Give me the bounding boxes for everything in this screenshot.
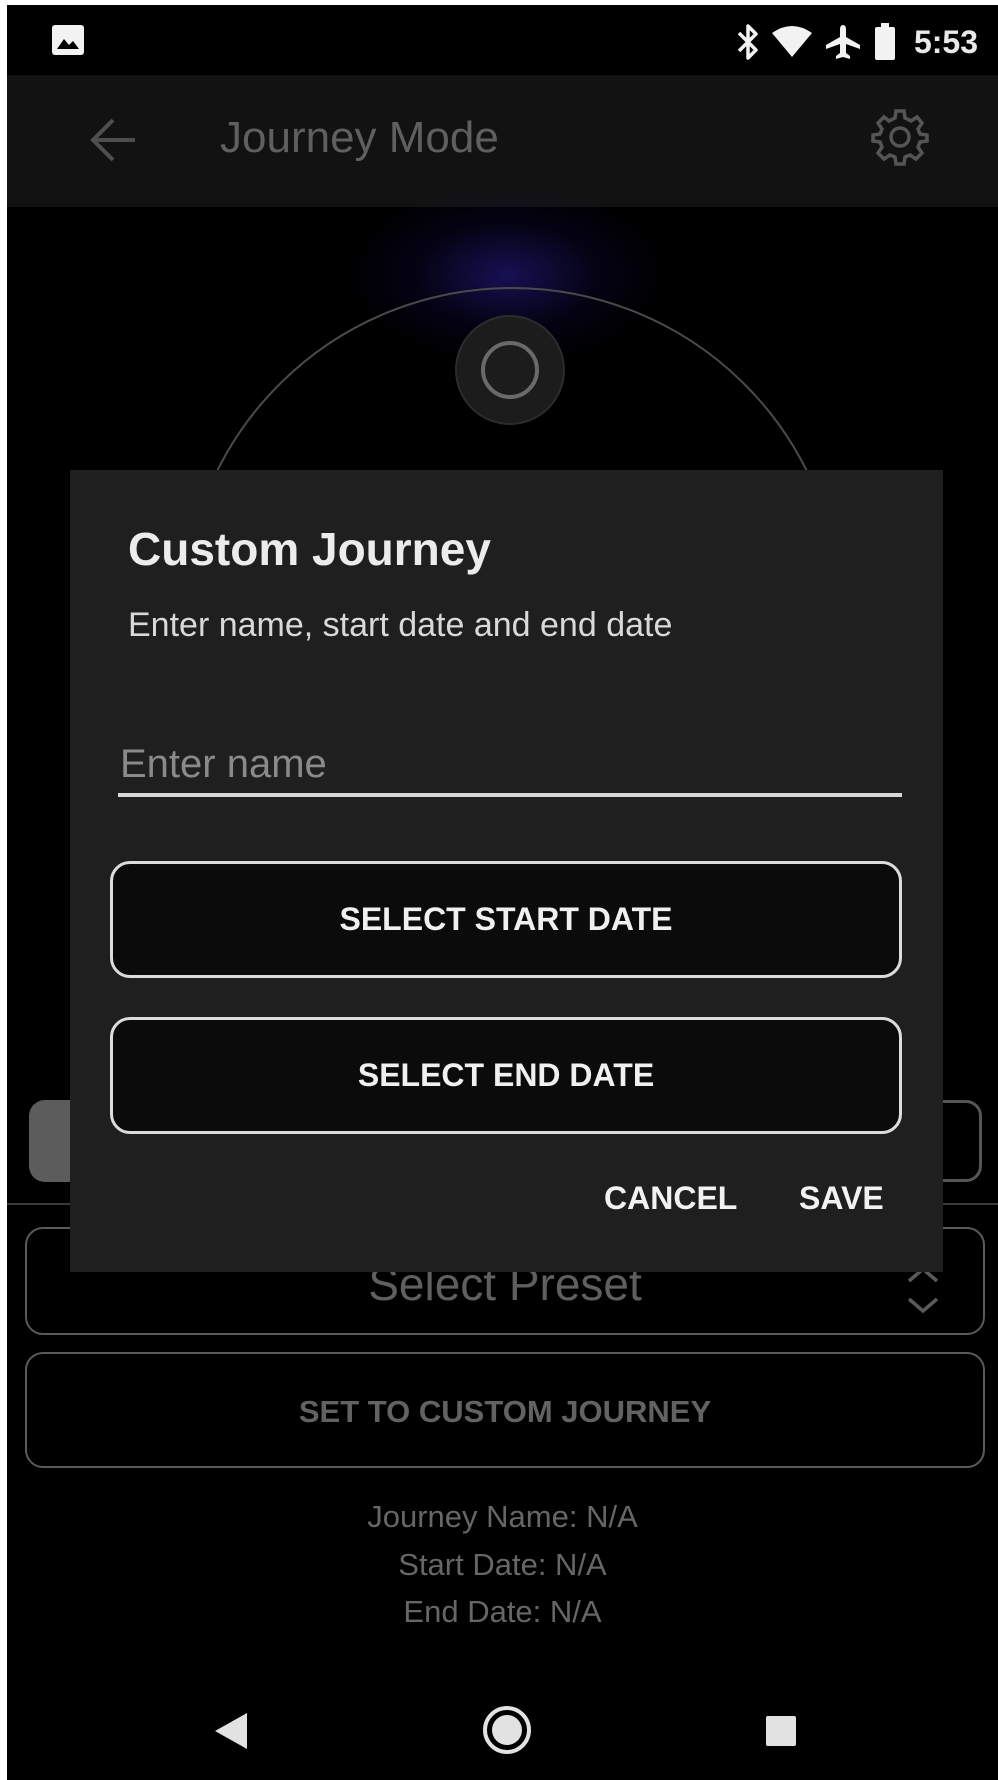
journey-name-input[interactable] — [118, 735, 902, 797]
back-arrow-icon[interactable] — [89, 117, 139, 163]
airplane-icon — [825, 25, 860, 59]
wifi-icon — [771, 26, 812, 57]
gallery-icon — [52, 25, 84, 55]
dial-center-button[interactable] — [455, 315, 565, 425]
set-custom-journey-button[interactable]: SET TO CUSTOM JOURNEY — [25, 1352, 985, 1468]
page-title: Journey Mode — [220, 113, 499, 162]
dialog-subtitle: Enter name, start date and end date — [128, 606, 673, 644]
screen: 5:53 Journey Mode Select Preset SET TO C… — [7, 5, 998, 1780]
status-bar: 5:53 — [7, 5, 998, 75]
battery-icon — [874, 23, 895, 60]
start-date-text: Start Date: N/A — [398, 1547, 607, 1582]
status-icons: 5:53 — [736, 17, 978, 67]
select-start-date-button[interactable]: SELECT START DATE — [110, 861, 902, 978]
nav-recents-icon[interactable] — [765, 1715, 797, 1747]
cancel-button[interactable]: CANCEL — [604, 1180, 737, 1217]
dialog-title: Custom Journey — [128, 523, 491, 575]
save-button[interactable]: SAVE — [799, 1180, 884, 1217]
custom-journey-dialog: Custom Journey Enter name, start date an… — [70, 470, 943, 1272]
dial-center-ring — [481, 341, 539, 399]
gear-icon[interactable] — [870, 107, 930, 167]
chevron-up-down-icon — [907, 1266, 939, 1314]
journey-name-text: Journey Name: N/A — [367, 1499, 638, 1534]
nav-back-icon[interactable] — [213, 1711, 249, 1751]
set-custom-journey-label: SET TO CUSTOM JOURNEY — [298, 1394, 712, 1429]
bluetooth-icon — [737, 24, 758, 60]
nav-home-icon[interactable] — [482, 1705, 532, 1755]
end-date-text: End Date: N/A — [403, 1594, 602, 1629]
select-end-date-button[interactable]: SELECT END DATE — [110, 1017, 902, 1134]
status-time: 5:53 — [913, 23, 978, 60]
